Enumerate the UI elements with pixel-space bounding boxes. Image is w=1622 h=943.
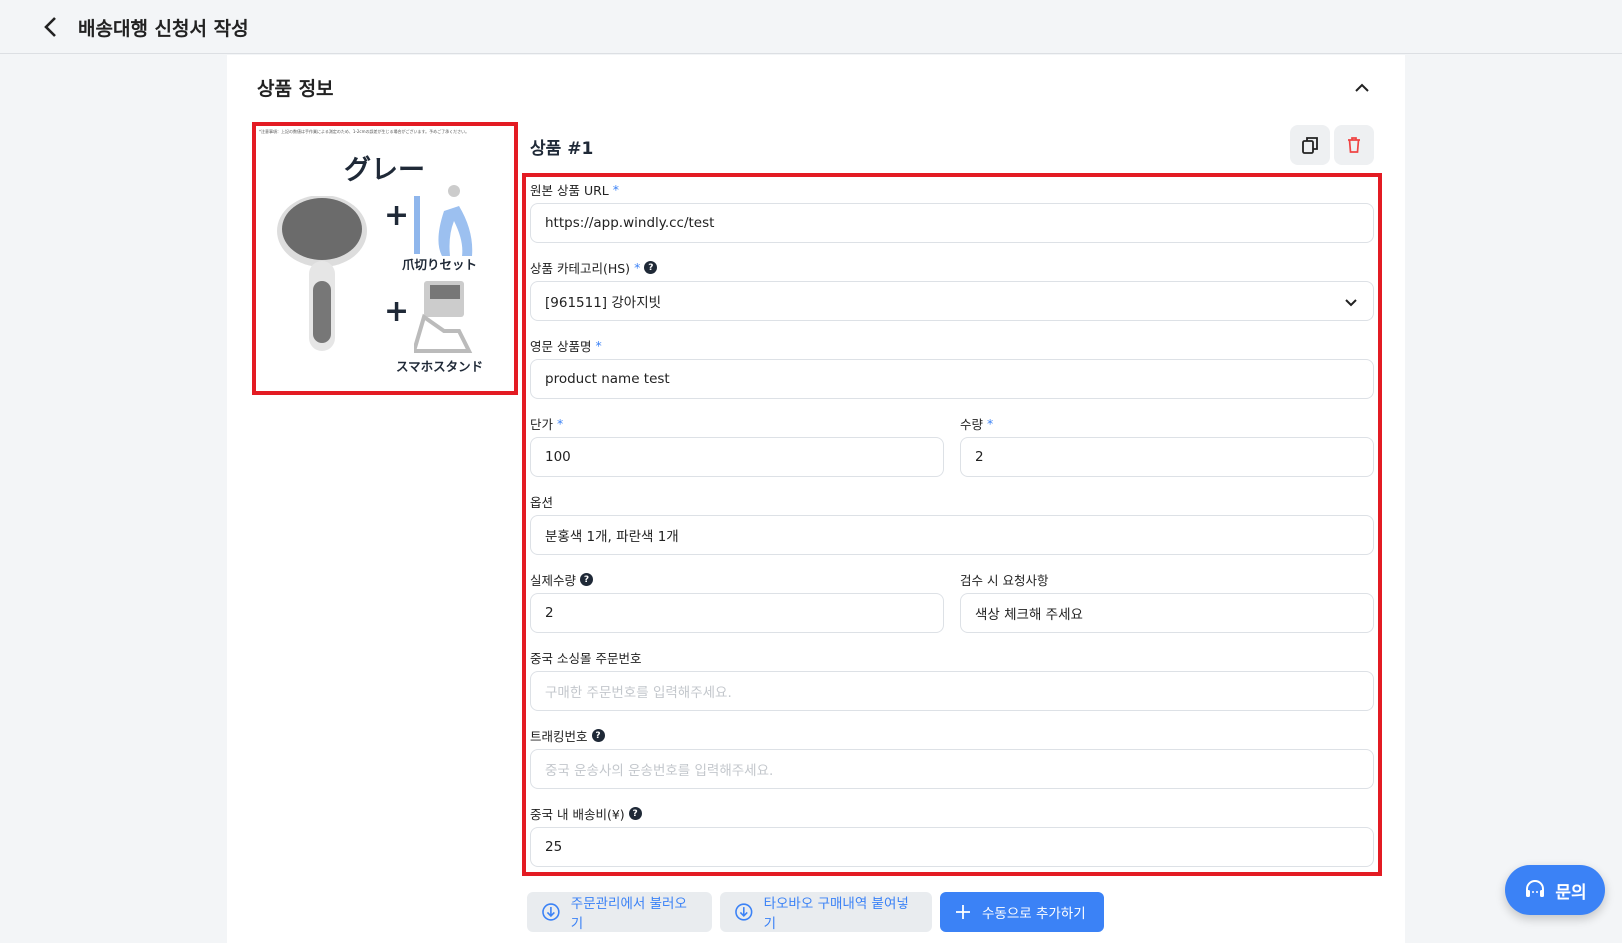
inquiry-label: 문의 xyxy=(1555,882,1587,903)
button-label: 주문관리에서 불러오기 xyxy=(570,896,687,932)
inquiry-button[interactable]: 문의 xyxy=(1505,865,1605,915)
page-title: 배송대행 신청서 작성 xyxy=(78,18,249,40)
name-en-label: 영문 상품명 * xyxy=(530,338,602,354)
image-headline: グレー xyxy=(344,155,425,186)
help-icon[interactable]: ? xyxy=(591,729,605,742)
top-bar: 배송대행 신청서 작성 xyxy=(0,0,1622,54)
url-label: 원본 상품 URL * xyxy=(530,182,619,198)
shipping-fee-input[interactable]: 25 xyxy=(530,827,1374,867)
nail-clipper-illustration xyxy=(414,185,473,256)
category-label: 상품 카테고리(HS) *? xyxy=(530,258,658,277)
copy-icon xyxy=(1302,137,1318,154)
help-icon[interactable]: ? xyxy=(644,261,658,274)
option-input[interactable]: 분홍색 1개, 파란색 1개 xyxy=(530,515,1374,555)
brush-illustration xyxy=(277,196,367,351)
section-title: 상품 정보 xyxy=(257,78,334,100)
image-fine-print: *注意事項：上記の数値は手作業による測定のため、1-2cmの誤差が生じる場合がご… xyxy=(259,129,470,134)
chevron-up-icon[interactable] xyxy=(1352,78,1372,98)
product-url-input[interactable]: https://app.windly.cc/test xyxy=(530,203,1374,243)
inspection-request-input[interactable]: 색상 체크해 주세요 xyxy=(960,593,1374,633)
chevron-left-icon[interactable] xyxy=(38,14,64,40)
english-name-input[interactable]: product name test xyxy=(530,359,1374,399)
product-title: 상품 #1 xyxy=(530,139,594,159)
plus-icon xyxy=(956,905,970,919)
load-from-orders-button[interactable]: 주문관리에서 불러오기 xyxy=(527,892,712,932)
image-label-1: 爪切りセット xyxy=(402,257,478,272)
download-circle-icon xyxy=(735,903,753,921)
inspect-label: 검수 시 요청사항 xyxy=(960,573,1049,588)
button-label: 타오바오 구매내역 붙여넣기 xyxy=(763,896,909,932)
qty-label: 수량 * xyxy=(960,416,994,432)
product-image[interactable]: *注意事項：上記の数値は手作業による測定のため、1-2cmの誤差が生じる場合がご… xyxy=(252,122,518,395)
paste-taobao-button[interactable]: 타오바오 구매내역 붙여넣기 xyxy=(720,892,932,932)
option-label: 옵션 xyxy=(530,495,554,510)
phone-stand-illustration xyxy=(414,281,473,353)
actual-qty-label: 실제수량? xyxy=(530,570,594,589)
tracking-label: 트래킹번호? xyxy=(530,726,605,745)
actual-quantity-input[interactable]: 2 xyxy=(530,593,944,633)
category-select[interactable]: [961511] 강아지빗 xyxy=(530,281,1374,321)
chevron-down-icon xyxy=(1345,299,1357,307)
copy-button[interactable] xyxy=(1290,125,1330,165)
category-value: [961511] 강아지빗 xyxy=(545,295,662,311)
price-label: 단가 * xyxy=(530,416,564,432)
order-number-input[interactable]: 구매한 주문번호를 입력해주세요. xyxy=(530,671,1374,711)
ship-fee-label: 중국 내 배송비(¥)? xyxy=(530,804,642,823)
add-manually-button[interactable]: 수동으로 추가하기 xyxy=(940,892,1104,932)
help-icon[interactable]: ? xyxy=(580,573,594,586)
image-label-2: スマホスタンド xyxy=(396,359,484,374)
button-label: 수동으로 추가하기 xyxy=(982,906,1086,922)
help-icon[interactable]: ? xyxy=(628,807,642,820)
delete-button[interactable] xyxy=(1334,125,1374,165)
trash-icon xyxy=(1348,137,1360,153)
headset-icon xyxy=(1526,880,1545,897)
download-circle-icon xyxy=(542,903,560,921)
price-input[interactable]: 100 xyxy=(530,437,944,477)
quantity-input[interactable]: 2 xyxy=(960,437,1374,477)
order-no-label: 중국 소싱몰 주문번호 xyxy=(530,651,642,666)
tracking-number-input[interactable]: 중국 운송사의 운송번호를 입력해주세요. xyxy=(530,749,1374,789)
